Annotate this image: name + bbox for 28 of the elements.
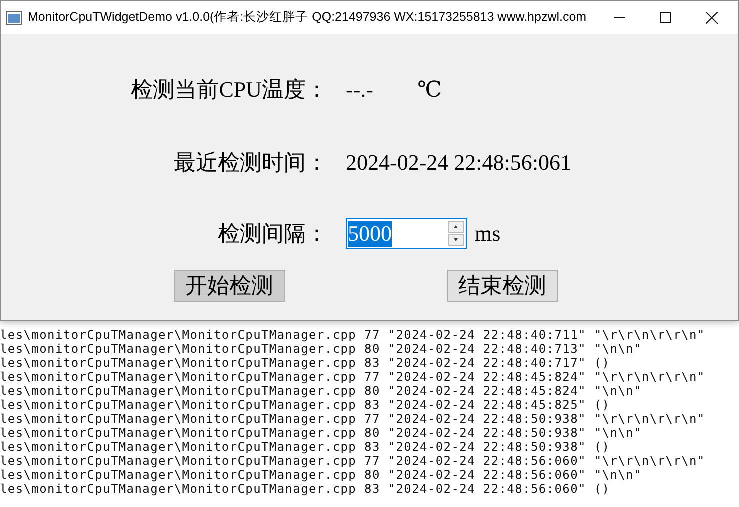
last-time-value: 2024-02-24 22:48:56:061 <box>346 150 572 176</box>
interval-spinbox[interactable]: 5000 <box>346 218 467 249</box>
console-line: les\monitorCpuTManager\MonitorCpuTManager.cpp 83 "2024-02-24 22:48:40:717" () <box>0 356 612 370</box>
window-title: MonitorCpuTWidgetDemo v1.0.0(作者:长沙红胖子 QQ:21497936 WX:15173255813 www.hpzwl.com <box>28 9 587 26</box>
temperature-label: 检测当前CPU温度： <box>130 76 328 104</box>
console-line: les\monitorCpuTManager\MonitorCpuTManager.cpp 80 "2024-02-24 22:48:40:713" "\n\n" <box>0 342 643 356</box>
spin-down-icon[interactable] <box>448 234 464 246</box>
action-button[interactable]: 结束检测 <box>447 270 558 302</box>
console-line: les\monitorCpuTManager\MonitorCpuTManager.cpp 80 "2024-02-24 22:48:50:938" "\n\n" <box>0 426 643 440</box>
temperature-value: --.- <box>346 77 374 103</box>
console-line: les\monitorCpuTManager\MonitorCpuTManager.cpp 77 "2024-02-24 22:48:40:711" "\r\r\n\r\r\n" <box>0 328 706 342</box>
console-line: les\monitorCpuTManager\MonitorCpuTManager.cpp 77 "2024-02-24 22:48:50:938" "\r\r\n\r\r\n" <box>0 412 706 426</box>
interval-label: 检测间隔： <box>217 220 328 248</box>
console-line: les\monitorCpuTManager\MonitorCpuTManager.cpp 80 "2024-02-24 22:48:45:824" "\n\n" <box>0 384 643 398</box>
interval-unit: ms <box>475 220 501 246</box>
console-line: les\monitorCpuTManager\MonitorCpuTManager.cpp 77 "2024-02-24 22:48:56:060" "\r\r\n\r\r\n" <box>0 454 706 468</box>
console-line: les\monitorCpuTManager\MonitorCpuTManager.cpp 83 "2024-02-24 22:48:50:938" () <box>0 440 612 454</box>
maximize-icon[interactable] <box>660 12 671 23</box>
console-line: les\monitorCpuTManager\MonitorCpuTManager.cpp 83 "2024-02-24 22:48:56:060" () <box>0 482 612 496</box>
spin-up-icon[interactable] <box>448 221 464 233</box>
temperature-unit: ℃ <box>417 77 442 103</box>
last-time-label: 最近检测时间： <box>173 149 328 177</box>
console-line: les\monitorCpuTManager\MonitorCpuTManager.cpp 83 "2024-02-24 22:48:45:825" () <box>0 398 612 412</box>
action-button[interactable]: 开始检测 <box>174 270 285 302</box>
console-line: les\monitorCpuTManager\MonitorCpuTManager.cpp 80 "2024-02-24 22:48:56:060" "\n\n" <box>0 468 643 482</box>
close-icon[interactable] <box>706 12 718 24</box>
console-line: les\monitorCpuTManager\MonitorCpuTManager.cpp 77 "2024-02-24 22:48:45:824" "\r\r\n\r\r\n" <box>0 370 706 384</box>
window-app-icon <box>6 10 22 24</box>
